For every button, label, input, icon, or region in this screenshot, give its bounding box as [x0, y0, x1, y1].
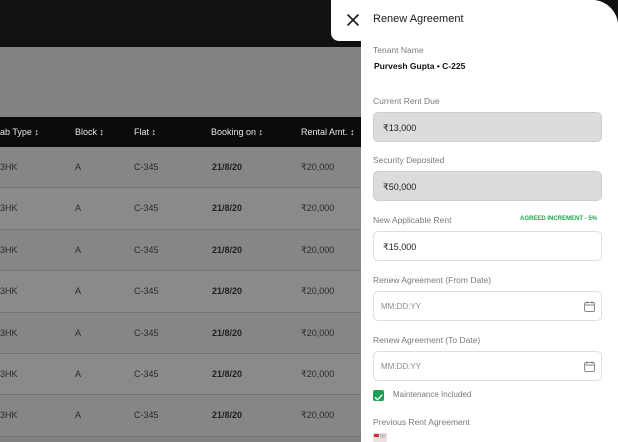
- cell-flat-type: 3HK: [0, 203, 18, 214]
- cell-flat: C-345: [134, 286, 159, 297]
- cell-flat-type: 3HK: [0, 410, 18, 421]
- column-header-block[interactable]: Block ↕: [75, 117, 104, 147]
- cell-block: A: [75, 368, 82, 379]
- current-rent-due-field: ₹13,000: [373, 112, 602, 142]
- cell-rental-amt: ₹20,000: [301, 410, 335, 421]
- close-icon[interactable]: [346, 13, 360, 27]
- maintenance-checkbox[interactable]: [373, 390, 384, 401]
- pdf-file-icon[interactable]: [373, 433, 387, 442]
- cell-block: A: [75, 327, 82, 338]
- calendar-icon[interactable]: [584, 361, 595, 372]
- cell-block: A: [75, 244, 82, 255]
- cell-rental-amt: ₹20,000: [301, 327, 335, 338]
- tenant-name-label: Tenant Name: [373, 45, 424, 55]
- cell-flat: C-345: [134, 410, 159, 421]
- cell-booking-on: 21/8/20: [212, 244, 243, 255]
- cell-rental-amt: ₹20,000: [301, 286, 335, 297]
- cell-flat: C-345: [134, 244, 159, 255]
- calendar-icon[interactable]: [584, 301, 595, 312]
- cell-booking-on: 21/8/20: [212, 368, 243, 379]
- from-date-label: Renew Agreement (From Date): [373, 275, 492, 285]
- cell-flat-type: 3HK: [0, 162, 18, 172]
- column-header-flat[interactable]: Flat ↕: [134, 117, 156, 147]
- security-deposited-label: Security Deposited: [373, 155, 445, 165]
- to-date-input[interactable]: MM:DD:YY: [373, 351, 602, 381]
- current-rent-due-value: ₹13,000: [383, 123, 417, 133]
- cell-flat: C-345: [134, 327, 159, 338]
- current-rent-due-label: Current Rent Due: [373, 96, 440, 106]
- maintenance-included-label: Maintenance Included: [393, 390, 472, 399]
- check-icon: [374, 394, 383, 401]
- to-date-label: Renew Agreement (To Date): [373, 335, 481, 345]
- cell-rental-amt: ₹20,000: [301, 162, 335, 172]
- cell-block: A: [75, 203, 82, 214]
- cell-flat: C-345: [134, 368, 159, 379]
- cell-rental-amt: ₹20,000: [301, 203, 335, 214]
- cell-booking-on: 21/8/20: [212, 162, 243, 172]
- security-deposited-value: ₹50,000: [383, 182, 417, 192]
- cell-rental-amt: ₹20,000: [301, 244, 335, 255]
- from-date-input[interactable]: MM:DD:YY: [373, 291, 602, 321]
- cell-booking-on: 21/8/20: [212, 286, 243, 297]
- new-applicable-rent-input[interactable]: ₹15,000: [373, 231, 602, 261]
- cell-flat-type: 3HK: [0, 286, 18, 297]
- new-applicable-rent-label: New Applicable Rent: [373, 215, 452, 225]
- cell-rental-amt: ₹20,000: [301, 368, 335, 379]
- cell-booking-on: 21/8/20: [212, 410, 243, 421]
- cell-block: A: [75, 410, 82, 421]
- new-applicable-rent-value: ₹15,000: [383, 242, 417, 252]
- cell-flat-type: 3HK: [0, 327, 18, 338]
- column-header-booking-on[interactable]: Booking on ↕: [211, 117, 263, 147]
- column-header-flat-type[interactable]: ab Type ↕: [0, 117, 39, 147]
- agreed-increment-badge: AGREED INCREMENT - 5%: [520, 216, 598, 222]
- security-deposited-field: ₹50,000: [373, 171, 602, 201]
- cell-flat: C-345: [134, 162, 159, 172]
- column-header-rental-amt[interactable]: Rental Amt. ↕: [301, 117, 355, 147]
- previous-rent-agreement-label: Previous Rent Agreement: [373, 417, 470, 427]
- tenant-name-value: Purvesh Gupta • C-225: [374, 61, 466, 71]
- cell-booking-on: 21/8/20: [212, 203, 243, 214]
- from-date-placeholder: MM:DD:YY: [381, 302, 421, 311]
- cell-flat: C-345: [134, 203, 159, 214]
- cell-booking-on: 21/8/20: [212, 327, 243, 338]
- panel-title: Renew Agreement: [373, 13, 464, 25]
- cell-flat-type: 3HK: [0, 244, 18, 255]
- cell-flat-type: 3HK: [0, 368, 18, 379]
- cell-block: A: [75, 286, 82, 297]
- cell-block: A: [75, 162, 82, 172]
- to-date-placeholder: MM:DD:YY: [381, 362, 421, 371]
